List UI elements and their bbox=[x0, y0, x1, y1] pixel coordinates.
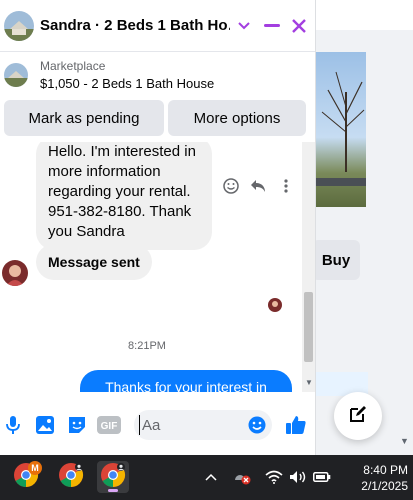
text-caret bbox=[139, 415, 140, 435]
chrome-app-1[interactable]: M bbox=[10, 461, 42, 493]
scrollbar-thumb[interactable] bbox=[304, 292, 313, 362]
marketplace-label: Marketplace bbox=[40, 59, 106, 73]
gif-icon[interactable]: GIF bbox=[97, 414, 121, 436]
sticker-icon[interactable] bbox=[66, 414, 88, 436]
chrome-icon bbox=[100, 462, 126, 493]
active-app-indicator bbox=[108, 489, 118, 492]
profile-badge: M bbox=[28, 461, 42, 475]
scroll-down-arrow[interactable]: ▼ bbox=[305, 378, 313, 387]
message-sent-notice: Message sent bbox=[36, 244, 152, 280]
clock-time: 8:40 PM bbox=[363, 463, 408, 477]
gif-label: GIF bbox=[101, 421, 118, 432]
incoming-message[interactable]: Hello. I'm interested in more informatio… bbox=[36, 142, 212, 250]
message-list[interactable]: Hello. I'm interested in more informatio… bbox=[0, 142, 304, 392]
chat-window: Sandra · 2 Beds 1 Bath Ho… Marketplace $… bbox=[0, 0, 316, 455]
like-icon[interactable] bbox=[285, 414, 307, 436]
more-icon[interactable] bbox=[276, 176, 296, 196]
message-scrollbar[interactable]: ▼ bbox=[302, 142, 315, 392]
system-clock[interactable]: 8:40 PM 2/1/2025 bbox=[338, 462, 408, 494]
chrome-app-3[interactable] bbox=[97, 461, 129, 493]
chrome-icon bbox=[58, 462, 84, 493]
listing-thumbnail bbox=[4, 63, 28, 87]
taskbar: M 8:40 PM 2/1/2025 bbox=[0, 455, 413, 500]
compose-icon bbox=[348, 404, 368, 429]
buy-button[interactable]: Buy bbox=[312, 240, 360, 280]
battery-icon[interactable] bbox=[312, 467, 332, 487]
more-options-button[interactable]: More options bbox=[168, 100, 306, 136]
message-timestamp: 8:21PM bbox=[128, 340, 166, 352]
mark-as-pending-button[interactable]: Mark as pending bbox=[4, 100, 164, 136]
chat-title[interactable]: Sandra · 2 Beds 1 Bath Ho… bbox=[40, 17, 230, 34]
seen-indicator-avatar bbox=[268, 298, 282, 312]
close-icon[interactable] bbox=[288, 15, 310, 37]
network-alert-icon[interactable] bbox=[232, 467, 252, 487]
listing-avatar[interactable] bbox=[4, 10, 34, 41]
listing-photo[interactable] bbox=[316, 52, 366, 207]
avatar[interactable] bbox=[2, 260, 28, 286]
page-scroll-down-arrow[interactable]: ▼ bbox=[400, 436, 409, 446]
listing-title: $1,050 - 2 Beds 1 Bath House bbox=[40, 76, 215, 91]
microphone-icon[interactable] bbox=[2, 414, 24, 436]
reply-icon[interactable] bbox=[248, 176, 268, 196]
background-top-card bbox=[316, 0, 413, 30]
volume-icon[interactable] bbox=[288, 467, 308, 487]
new-message-button[interactable] bbox=[334, 392, 382, 440]
clock-date: 2/1/2025 bbox=[361, 479, 408, 493]
wifi-icon[interactable] bbox=[264, 467, 284, 487]
outgoing-message[interactable]: Thanks for your interest in bbox=[80, 370, 292, 392]
chat-header[interactable]: Sandra · 2 Beds 1 Bath Ho… bbox=[0, 0, 315, 52]
chrome-app-2[interactable] bbox=[55, 461, 87, 493]
marketplace-listing[interactable]: Marketplace $1,050 - 2 Beds 1 Bath House bbox=[0, 52, 315, 98]
tray-chevron-icon[interactable] bbox=[201, 467, 221, 487]
react-icon[interactable] bbox=[221, 176, 241, 196]
emoji-icon[interactable] bbox=[246, 414, 268, 436]
chevron-down-icon[interactable] bbox=[233, 15, 255, 37]
minimize-icon[interactable] bbox=[261, 15, 283, 37]
photo-icon[interactable] bbox=[34, 414, 56, 436]
